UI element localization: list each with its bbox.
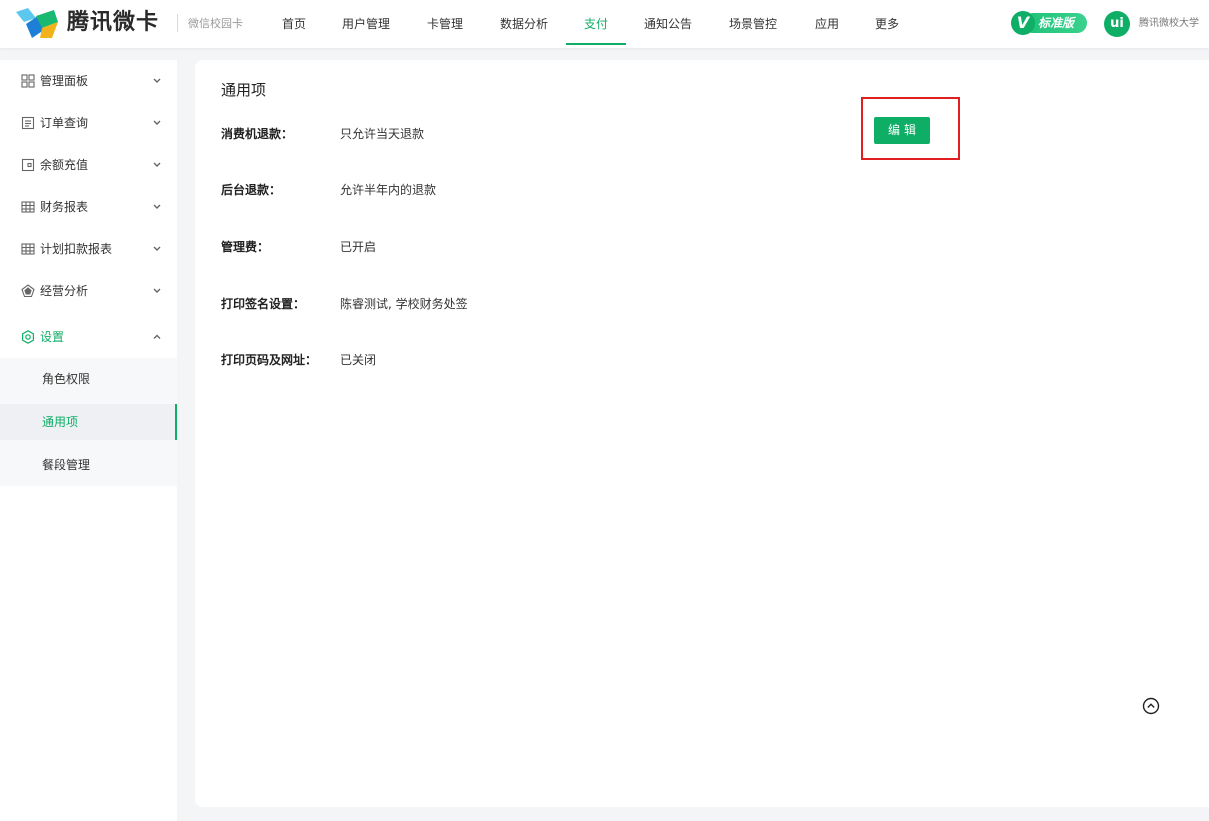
order-icon [21,116,35,130]
sidebar-item-orders[interactable]: 订单查询 [0,102,177,144]
nav-payment[interactable]: 支付 [584,0,608,48]
table-icon [21,201,35,213]
refund-terminal-label: 消费机退款： [221,127,294,141]
analysis-icon [21,284,35,298]
dashboard-icon [21,74,35,88]
sidebar-item-business-analysis[interactable]: 经营分析 [0,270,177,312]
table-icon [21,243,35,255]
edition-label: 标准版 [1038,16,1075,30]
sidebar-item-label: 经营分析 [40,284,89,298]
settings-icon [21,330,34,344]
v-logo-icon: V [1011,11,1035,35]
tencent-weika-logo-icon [16,8,58,38]
page-title: 通用项 [221,81,267,99]
chevron-down-icon [153,162,161,167]
sidebar-subitem-label: 通用项 [42,415,79,429]
print-signature-value: 陈睿测试, 学校财务处签 [340,297,468,311]
university-avatar[interactable]: ui [1104,11,1130,37]
sidebar-item-recharge[interactable]: 余额充值 [0,144,177,186]
sidebar-item-financial-reports[interactable]: 财务报表 [0,186,177,228]
print-page-url-value: 已关闭 [340,353,377,367]
university-name[interactable]: 腾讯微校大学 [1139,16,1199,32]
sidebar: 管理面板 订单查询 余额充值 财务报表 计划扣款报表 经营分析 设置 角色权限 … [0,60,177,821]
sidebar-item-dashboard[interactable]: 管理面板 [0,60,177,102]
sidebar-item-label: 订单查询 [40,116,89,130]
chevron-down-icon [153,78,161,83]
print-page-url-label: 打印页码及网址： [221,353,318,367]
sidebar-item-label: 计划扣款报表 [40,242,113,256]
backend-refund-label: 后台退款： [221,183,282,197]
sidebar-item-deduction-reports[interactable]: 计划扣款报表 [0,228,177,270]
sidebar-subitem-label: 角色权限 [42,372,91,386]
scroll-to-top-icon[interactable] [1141,696,1161,716]
nav-notifications[interactable]: 通知公告 [644,0,692,48]
main-panel: 通用项 消费机退款： 只允许当天退款 后台退款： 允许半年内的退款 管理费： 已… [195,60,1209,807]
sidebar-subitem-general[interactable]: 通用项 [0,404,177,440]
sidebar-item-label: 余额充值 [40,158,89,172]
chevron-up-icon [153,334,161,339]
chevron-down-icon [153,288,161,293]
refund-terminal-value: 只允许当天退款 [340,127,425,141]
sidebar-item-label: 财务报表 [40,200,89,214]
brand-name: 腾讯微卡 [67,10,160,35]
wallet-icon [21,158,35,172]
sidebar-subitem-meal-periods[interactable]: 餐段管理 [0,447,177,483]
settings-submenu: 角色权限 通用项 餐段管理 [0,358,177,486]
management-fee-value: 已开启 [340,240,377,254]
top-navigation-bar: 腾讯微卡 微信校园卡 首页 用户管理 卡管理 数据分析 支付 通知公告 场景管控… [0,0,1209,48]
sidebar-item-settings[interactable]: 设置 [0,316,177,358]
nav-apps[interactable]: 应用 [815,0,839,48]
edit-button[interactable]: 编辑 [874,117,930,144]
chevron-down-icon [153,246,161,251]
nav-more[interactable]: 更多 [875,0,899,48]
nav-scene-control[interactable]: 场景管控 [729,0,777,48]
backend-refund-value: 允许半年内的退款 [340,183,437,197]
chevron-down-icon [153,204,161,209]
nav-data-analysis[interactable]: 数据分析 [500,0,548,48]
print-signature-label: 打印签名设置： [221,297,306,311]
sidebar-item-label: 管理面板 [40,74,89,88]
nav-home[interactable]: 首页 [282,0,306,48]
nav-user-management[interactable]: 用户管理 [342,0,390,48]
brand-divider [177,14,178,32]
chevron-down-icon [153,120,161,125]
management-fee-label: 管理费： [221,240,270,254]
sidebar-item-label: 设置 [40,330,65,344]
edition-badge[interactable]: V 标准版 [1011,11,1087,35]
active-nav-underline [566,43,626,45]
sidebar-subitem-role-permissions[interactable]: 角色权限 [0,361,177,397]
sidebar-subitem-label: 餐段管理 [42,458,91,472]
brand-subtitle: 微信校园卡 [188,17,243,30]
nav-card-management[interactable]: 卡管理 [427,0,463,48]
